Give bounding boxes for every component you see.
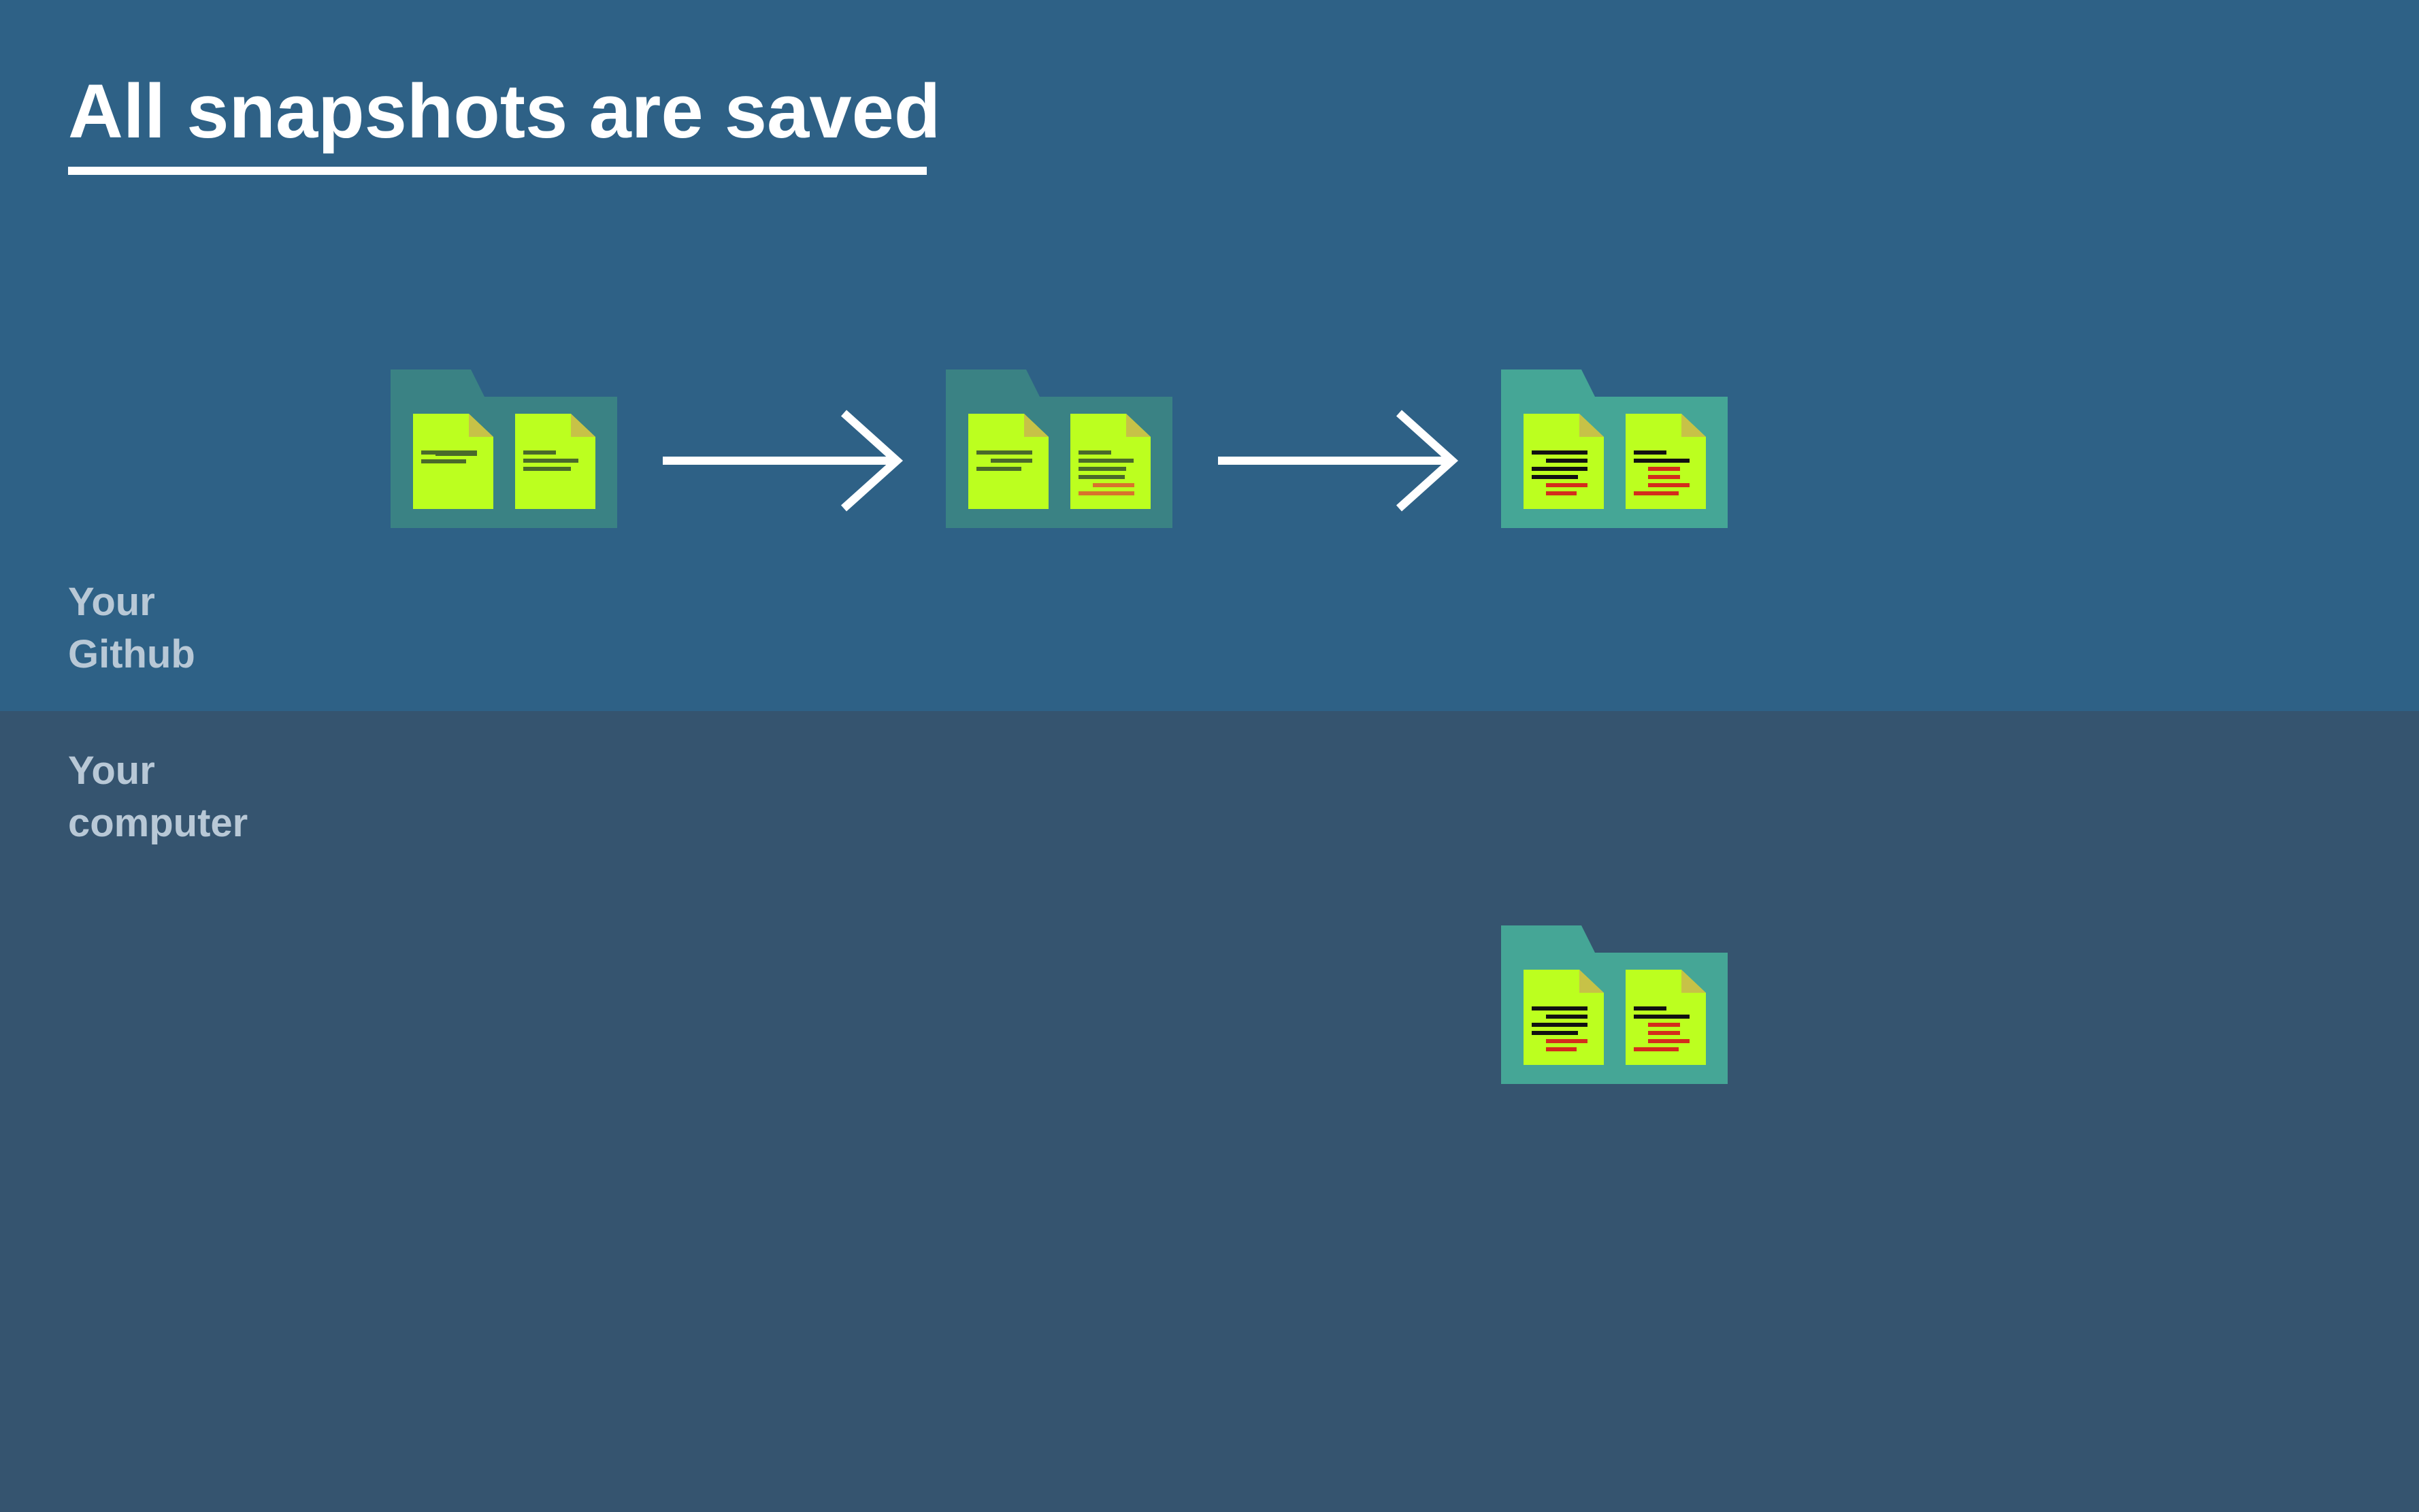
document-icon <box>1070 414 1151 509</box>
snapshot-3-folder <box>1501 369 1728 528</box>
document-icon <box>515 414 595 509</box>
snapshot-2-folder <box>946 369 1172 528</box>
snapshot-diagram <box>391 369 1728 1084</box>
document-icon <box>1626 414 1706 509</box>
document-icon <box>1524 414 1604 509</box>
local-copy-folder <box>1501 925 1728 1084</box>
document-icon <box>968 414 1049 509</box>
document-icon <box>1626 970 1706 1065</box>
arrow-snapshot-1-to-snapshot-2 <box>663 410 903 512</box>
snapshot-1-folder <box>391 369 617 528</box>
document-icon <box>1524 970 1604 1065</box>
document-icon <box>413 414 493 509</box>
arrow-snapshot-2-to-snapshot-3 <box>1218 410 1458 512</box>
